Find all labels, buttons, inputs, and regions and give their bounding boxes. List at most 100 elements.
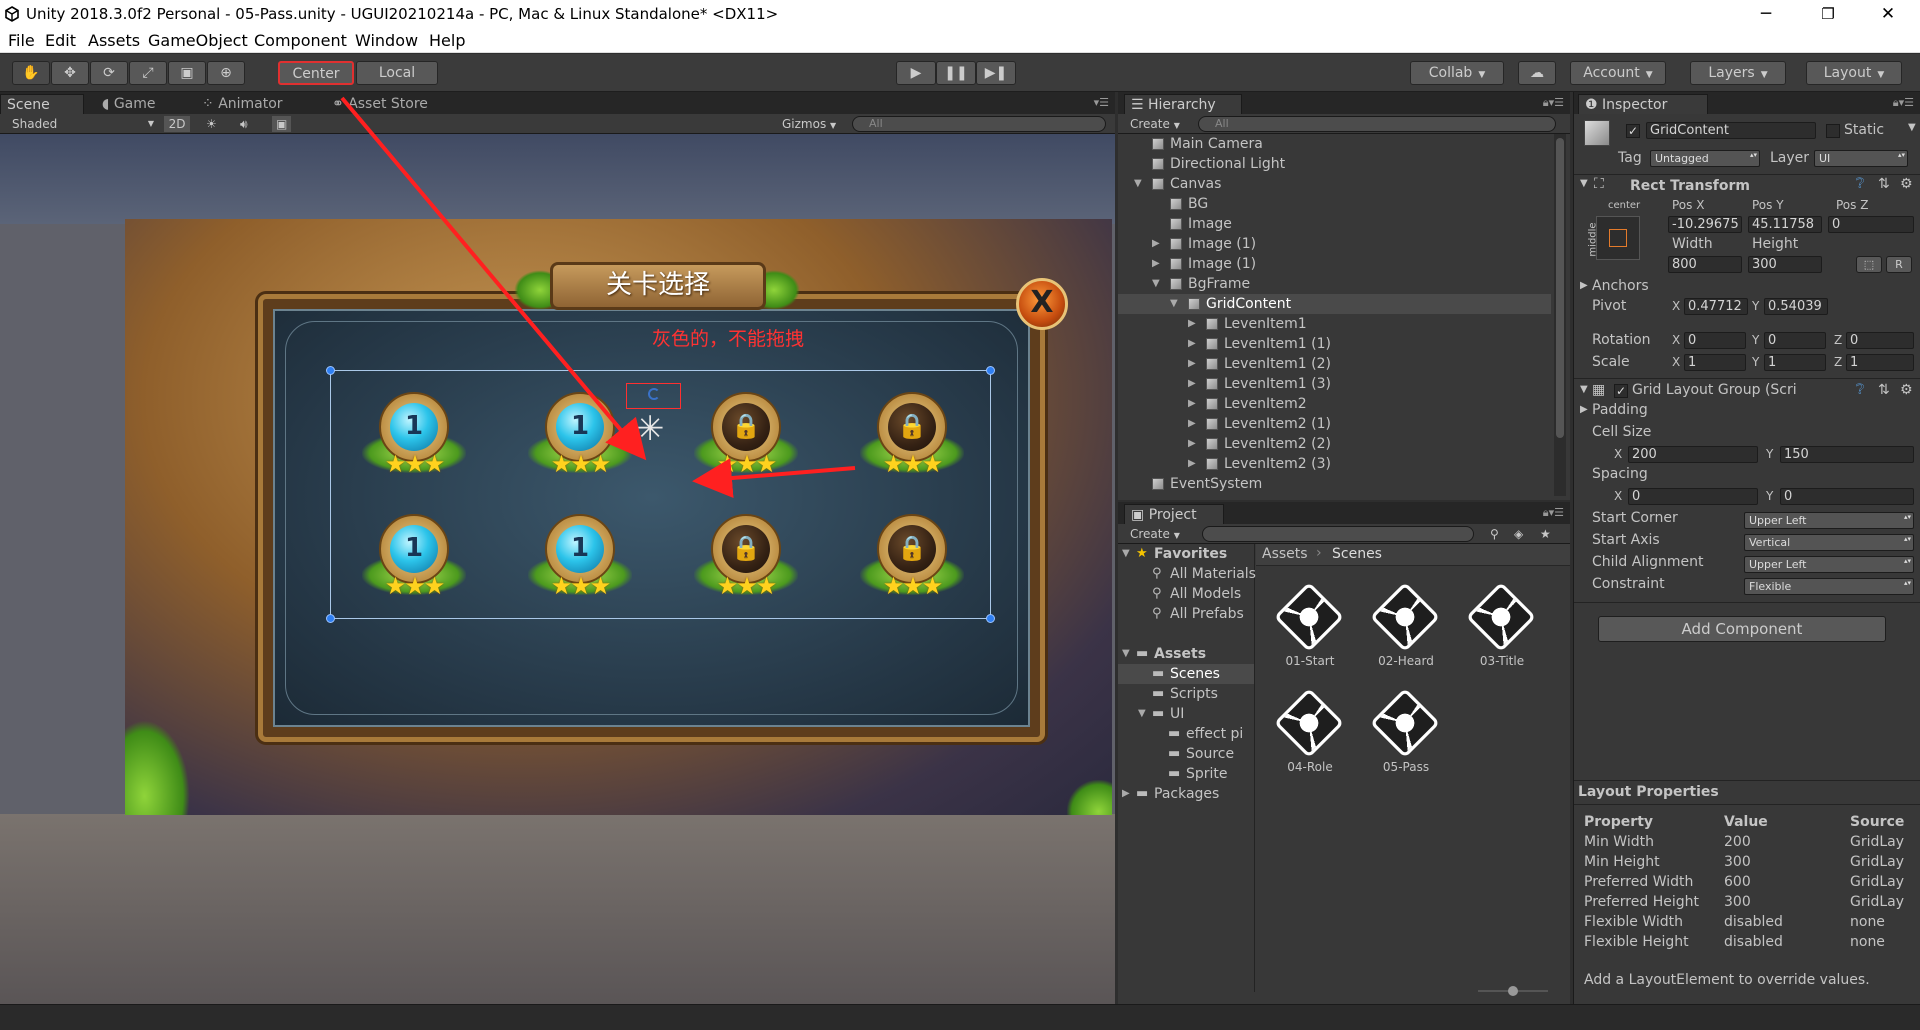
tab-inspector[interactable]: ❶ Inspector [1578,94,1708,114]
hierarchy-create-dropdown[interactable]: Create ▼ [1130,116,1180,132]
help-icon[interactable]: ❔︎ [1856,382,1864,398]
height-field[interactable]: 300 [1748,256,1822,273]
hierarchy-item[interactable]: ▶ LevenItem1 (1) [1118,334,1551,354]
scene-asset[interactable]: 01-Start [1260,578,1345,668]
collapse-arrow-icon[interactable]: ▼ [1580,178,1588,189]
project-tree-item[interactable]: ▬ effect pi [1118,724,1254,744]
collapsed-arrow-icon[interactable]: ▶ [1122,784,1130,804]
layers-dropdown[interactable]: Layers ▼ [1690,61,1786,85]
tag-dropdown[interactable]: Untagged [1650,150,1760,167]
rotate-tool-icon[interactable]: ⟳ [90,61,128,85]
collab-dropdown[interactable]: Collab ▼ [1410,61,1504,85]
collapsed-arrow-icon[interactable]: ▶ [1188,354,1196,374]
cell-size-y-field[interactable]: 150 [1780,446,1914,463]
expanded-arrow-icon[interactable]: ▼ [1170,294,1178,314]
scene-asset[interactable]: 04-Role [1260,684,1345,774]
spacing-y-field[interactable]: 0 [1780,488,1914,505]
child-alignment-dropdown[interactable]: Upper Left [1744,556,1914,573]
blueprint-mode-icon[interactable]: ⬚ [1856,256,1882,273]
tab-hierarchy[interactable]: ☰ Hierarchy [1124,94,1242,114]
static-checkbox[interactable] [1826,124,1840,138]
step-button[interactable]: ▶❚ [976,61,1016,85]
scene-asset[interactable]: 03-Title [1452,578,1537,668]
scene-asset[interactable]: 05-Pass [1356,684,1441,774]
zoom-slider[interactable] [1478,986,1548,996]
scale-tool-icon[interactable]: ⤢ [129,61,167,85]
collapsed-arrow-icon[interactable]: ▶ [1188,394,1196,414]
layer-dropdown[interactable]: UI [1814,150,1908,167]
grid-enabled-checkbox[interactable]: ✓ [1614,384,1628,398]
hierarchy-scrollbar[interactable] [1554,134,1566,496]
hierarchy-item[interactable]: Image [1118,214,1551,234]
hierarchy-item[interactable]: Main Camera [1118,134,1551,154]
constraint-dropdown[interactable]: Flexible [1744,578,1914,595]
project-tree-item[interactable]: ⚲ All Models [1118,584,1254,604]
favorite-icon[interactable]: ★ [1540,526,1551,542]
cloud-button[interactable]: ☁ [1518,61,1556,85]
posz-field[interactable]: 0 [1828,216,1914,233]
pause-button[interactable]: ❚❚ [936,61,976,85]
breadcrumb-assets[interactable]: Assets [1262,546,1308,562]
scale-x-field[interactable]: 1 [1684,354,1746,371]
expanded-arrow-icon[interactable]: ▼ [1122,644,1130,664]
hierarchy-item[interactable]: ▶ LevenItem1 (3) [1118,374,1551,394]
tab-asset-store[interactable]: ⚭ Asset Store [326,94,434,114]
hierarchy-item[interactable]: ▶ LevenItem1 (2) [1118,354,1551,374]
collapsed-arrow-icon[interactable]: ▶ [1188,454,1196,474]
tab-project[interactable]: ▣ Project [1124,504,1224,524]
tab-scene[interactable]: Scene [0,94,84,114]
collapsed-arrow-icon[interactable]: ▶ [1188,374,1196,394]
hierarchy-item[interactable]: ▶ LevenItem1 [1118,314,1551,334]
gear-icon[interactable]: ⚙ [1900,176,1913,192]
collapsed-arrow-icon[interactable]: ▶ [1188,334,1196,354]
scrollbar-thumb[interactable] [1556,138,1564,438]
project-tree-item[interactable]: ▼ ▬ Assets [1118,644,1254,664]
project-tree-item[interactable]: ⚲ All Materials [1118,564,1256,584]
play-button[interactable]: ▶ [896,61,936,85]
collapsed-arrow-icon[interactable]: ▶ [1152,254,1160,274]
collapsed-arrow-icon[interactable]: ▶ [1188,414,1196,434]
hierarchy-item[interactable]: Directional Light [1118,154,1551,174]
scale-y-field[interactable]: 1 [1764,354,1826,371]
move-tool-icon[interactable]: ✥ [51,61,89,85]
lighting-icon[interactable]: ☀ [206,116,217,132]
lock-menu-icon[interactable]: 🔒︎▾☰ [1543,506,1564,520]
hierarchy-search-input[interactable]: All [1198,116,1556,132]
lock-menu-icon[interactable]: 🔒︎▾☰ [1893,96,1914,110]
active-checkbox[interactable]: ✓ [1626,124,1640,138]
account-dropdown[interactable]: Account ▼ [1570,61,1666,85]
hierarchy-item[interactable]: ▼ Canvas [1118,174,1551,194]
project-tree-item[interactable]: ▬ Sprite [1118,764,1254,784]
shading-dropdown[interactable]: Shaded ▼ [12,116,154,132]
hierarchy-item[interactable]: BG [1118,194,1551,214]
transform-tool-icon[interactable]: ⊕ [207,61,245,85]
raw-edit-button[interactable]: R [1886,256,1912,273]
project-tree-item[interactable]: ⚲ All Prefabs [1118,604,1254,624]
expand-arrow-icon[interactable]: ▶ [1580,280,1588,291]
chevron-down-icon[interactable]: ▼ [1908,122,1916,133]
hierarchy-item[interactable]: EventSystem [1118,474,1551,494]
breadcrumb-scenes[interactable]: Scenes [1332,546,1382,562]
tab-animator[interactable]: ⁘ Animator [196,94,289,114]
posx-field[interactable]: -10.29675 [1668,216,1742,233]
project-create-dropdown[interactable]: Create ▼ [1130,526,1180,542]
width-field[interactable]: 800 [1668,256,1742,273]
pivot-center-toggle[interactable]: Center [278,61,354,85]
scale-z-field[interactable]: 1 [1846,354,1914,371]
anchor-presets-button[interactable] [1596,216,1640,260]
add-component-button[interactable]: Add Component [1598,616,1886,642]
preset-icon[interactable]: ⇅ [1878,176,1890,192]
panel-menu-icon[interactable]: ▾☰ [1094,96,1109,109]
filter-type-icon[interactable]: ⚲ [1490,526,1499,542]
help-icon[interactable]: ❔︎ [1856,176,1864,192]
hierarchy-item[interactable]: ▶ LevenItem2 (2) [1118,434,1551,454]
menu-gameobject[interactable]: GameObject [148,31,248,50]
hierarchy-item[interactable]: ▼ GridContent [1118,294,1551,314]
menu-edit[interactable]: Edit [45,31,76,50]
cell-size-x-field[interactable]: 200 [1628,446,1758,463]
rotation-x-field[interactable]: 0 [1684,332,1746,349]
audio-icon[interactable]: 🔊︎ [240,116,248,132]
expand-arrow-icon[interactable]: ▶ [1580,404,1588,415]
maximize-button[interactable]: ❐ [1806,2,1850,26]
project-tree-item[interactable]: ▬ Source [1118,744,1254,764]
